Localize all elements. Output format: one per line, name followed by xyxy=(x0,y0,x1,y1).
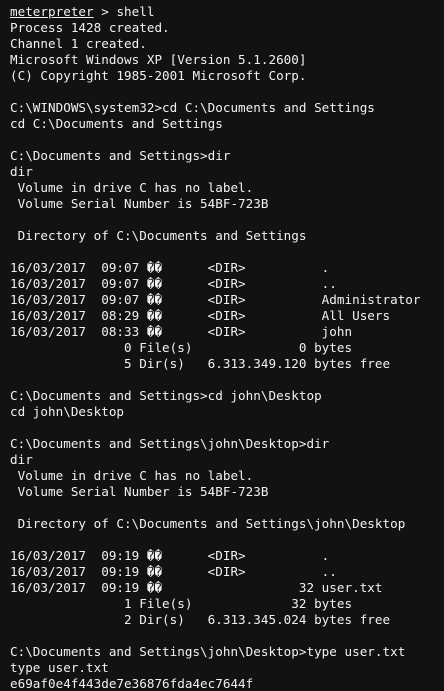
terminal-line: C:\Documents and Settings>cd john\Deskto… xyxy=(10,388,322,403)
terminal-line: Directory of C:\Documents and Settings xyxy=(10,228,307,243)
terminal-line: dir xyxy=(10,452,33,467)
terminal-line: C:\Documents and Settings>dir xyxy=(10,148,231,163)
terminal-line: dir xyxy=(10,164,33,179)
terminal-line: 16/03/2017 08:33 �� <DIR> john xyxy=(10,324,353,339)
terminal-window[interactable]: meterpreter > shell Process 1428 created… xyxy=(0,0,444,691)
terminal-line: 16/03/2017 08:29 �� <DIR> All Users xyxy=(10,308,391,323)
terminal-line: e69af0e4f443de7e36876fda4ec7644f xyxy=(10,676,254,691)
terminal-line: (C) Copyright 1985-2001 Microsoft Corp. xyxy=(10,68,307,83)
terminal-line: 5 Dir(s) 6.313.349.120 bytes free xyxy=(10,356,391,371)
terminal-line: C:\WINDOWS\system32>cd C:\Documents and … xyxy=(10,100,375,115)
meterpreter-command-line: meterpreter > shell xyxy=(10,4,434,20)
terminal-line: type user.txt xyxy=(10,660,109,675)
terminal-line: 1 File(s) 32 bytes xyxy=(10,596,353,611)
terminal-line: Volume in drive C has no label. xyxy=(10,468,254,483)
terminal-line: C:\Documents and Settings\john\Desktop>d… xyxy=(10,436,330,451)
command-text: shell xyxy=(116,4,155,19)
terminal-line: Microsoft Windows XP [Version 5.1.2600] xyxy=(10,52,307,67)
terminal-line: 16/03/2017 09:07 �� <DIR> Administrator xyxy=(10,292,421,307)
terminal-line: 16/03/2017 09:19 �� <DIR> . xyxy=(10,548,330,563)
terminal-line: Process 1428 created. xyxy=(10,20,170,35)
terminal-line: cd john\Desktop xyxy=(10,404,125,419)
terminal-line: Channel 1 created. xyxy=(10,36,147,51)
terminal-line: 16/03/2017 09:07 �� <DIR> . xyxy=(10,260,330,275)
terminal-line: cd C:\Documents and Settings xyxy=(10,116,223,131)
prompt-separator: > xyxy=(93,4,117,19)
terminal-line: Volume Serial Number is 54BF-723B xyxy=(10,196,269,211)
terminal-line: 0 File(s) 0 bytes xyxy=(10,340,353,355)
meterpreter-prompt: meterpreter xyxy=(10,4,94,19)
terminal-line: Directory of C:\Documents and Settings\j… xyxy=(10,516,406,531)
terminal-line: Volume in drive C has no label. xyxy=(10,180,254,195)
terminal-line: C:\Documents and Settings\john\Desktop>t… xyxy=(10,644,406,659)
terminal-line: 2 Dir(s) 6.313.345.024 bytes free xyxy=(10,612,391,627)
terminal-line: 16/03/2017 09:19 �� <DIR> .. xyxy=(10,564,337,579)
terminal-output: Process 1428 created. Channel 1 created. M… xyxy=(10,20,434,691)
terminal-line: 16/03/2017 09:07 �� <DIR> .. xyxy=(10,276,337,291)
terminal-line: Volume Serial Number is 54BF-723B xyxy=(10,484,269,499)
terminal-line: 16/03/2017 09:19 �� 32 user.txt xyxy=(10,580,383,595)
